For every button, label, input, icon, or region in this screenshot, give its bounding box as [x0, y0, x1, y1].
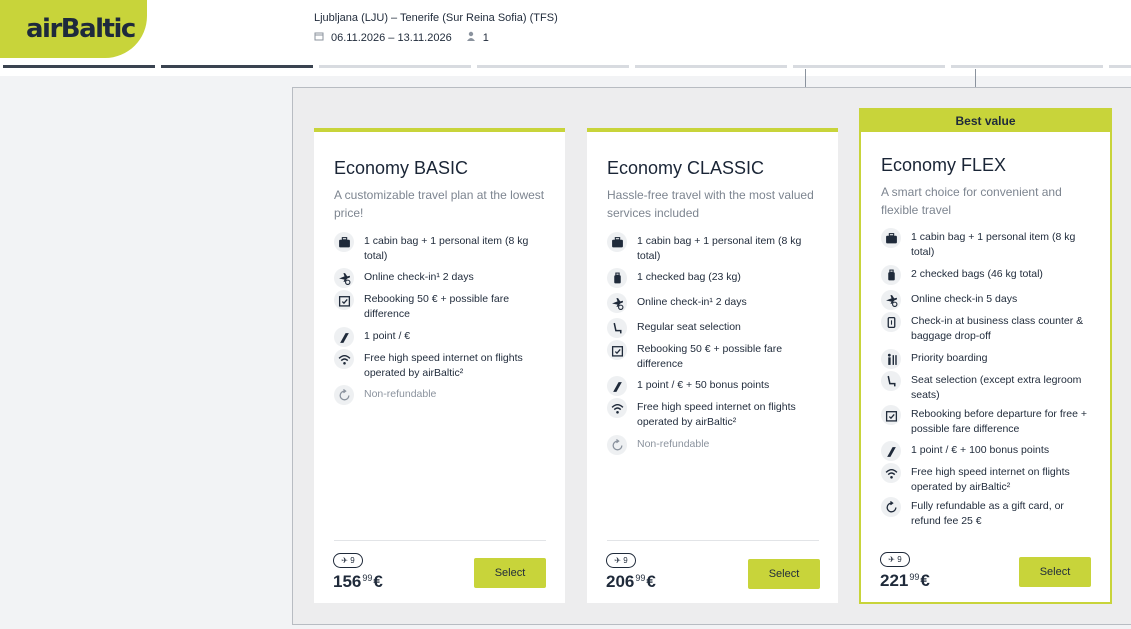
fare-feature: Non-refundable — [607, 435, 822, 455]
progress-step[interactable] — [3, 65, 155, 68]
select-classic-button[interactable]: Select — [748, 559, 820, 589]
points-icon — [334, 327, 354, 347]
checked-bag-icon — [881, 265, 901, 285]
progress-step — [793, 65, 945, 68]
progress-step[interactable] — [161, 65, 313, 68]
checked-bag-icon — [607, 268, 627, 288]
points-icon — [881, 441, 901, 461]
fare-card-basic: Economy BASIC A customizable travel plan… — [314, 128, 565, 603]
fare-title: Economy BASIC — [334, 158, 469, 178]
best-value-badge: Best value — [861, 110, 1110, 132]
fare-feature: Seat selection (except extra legroom sea… — [881, 371, 1096, 403]
select-basic-button[interactable]: Select — [474, 558, 546, 588]
points-badge: ✈ 9 — [606, 553, 636, 568]
fare-card-classic: Economy CLASSIC Hassle-free travel with … — [587, 128, 838, 603]
points-icon: ✈ — [341, 556, 351, 565]
airbaltic-logo[interactable]: airBaltic — [0, 0, 147, 58]
seat-icon — [881, 371, 901, 391]
points-badge: ✈ 9 — [880, 552, 910, 567]
fare-feature: 1 cabin bag + 1 personal item (8 kg tota… — [334, 232, 549, 264]
fare-description: A smart choice for convenient and flexib… — [881, 185, 1062, 217]
divider — [805, 69, 806, 88]
fare-description: Hassle-free travel with the most valued … — [607, 188, 814, 220]
divider — [975, 69, 976, 88]
progress-step — [951, 65, 1103, 68]
calendar-icon — [314, 31, 324, 44]
fare-feature: 1 cabin bag + 1 personal item (8 kg tota… — [881, 228, 1096, 260]
fare-feature: Online check-in 5 days — [881, 290, 1096, 310]
rebooking-calendar-icon — [334, 290, 354, 310]
fare-description: A customizable travel plan at the lowest… — [334, 188, 545, 220]
fare-title: Economy FLEX — [881, 155, 1007, 175]
fare-title: Economy CLASSIC — [607, 158, 765, 178]
progress-step — [635, 65, 787, 68]
points-icon — [607, 376, 627, 396]
progress-step — [1109, 65, 1131, 68]
divider — [334, 540, 546, 541]
fare-feature: Online check-in¹ 2 days — [334, 268, 549, 288]
fare-price: 22199€ — [880, 571, 930, 590]
fare-feature: Rebooking 50 € + possible fare differenc… — [334, 290, 549, 322]
fare-feature: Free high speed internet on flights oper… — [881, 463, 1096, 495]
online-checkin-icon — [881, 290, 901, 310]
top-bar: airBaltic Ljubljana (LJU) – Tenerife (Su… — [0, 0, 1131, 76]
fare-feature: Free high speed internet on flights oper… — [607, 398, 822, 430]
business-counter-icon — [881, 312, 901, 332]
cabin-bag-icon — [881, 228, 901, 248]
points-icon: ✈ — [888, 555, 898, 564]
refund-icon — [881, 497, 901, 517]
fare-feature: Free high speed internet on flights oper… — [334, 349, 549, 381]
person-icon — [466, 31, 476, 44]
wifi-icon — [334, 349, 354, 369]
seat-icon — [607, 318, 627, 338]
fare-feature: 1 point / € + 50 bonus points — [607, 376, 822, 396]
progress-step — [319, 65, 471, 68]
cabin-bag-icon — [607, 232, 627, 252]
fare-feature: 1 checked bag (23 kg) — [607, 268, 822, 288]
online-checkin-icon — [607, 293, 627, 313]
fare-feature: 1 cabin bag + 1 personal item (8 kg tota… — [607, 232, 822, 264]
rebooking-calendar-icon — [607, 340, 627, 360]
points-badge: ✈ 9 — [333, 553, 363, 568]
fare-feature: 1 point / € + 100 bonus points — [881, 441, 1096, 461]
cabin-bag-icon — [334, 232, 354, 252]
fare-feature: Fully refundable as a gift card, or refu… — [881, 497, 1096, 529]
fare-price: 15699€ — [333, 572, 383, 591]
fare-feature: Rebooking before departure for free + po… — [881, 405, 1096, 437]
fare-feature: Non-refundable — [334, 385, 549, 405]
fare-feature: Check-in at business class counter & bag… — [881, 312, 1096, 344]
rebooking-calendar-icon — [881, 405, 901, 425]
fare-feature: Online check-in¹ 2 days — [607, 293, 822, 313]
points-icon: ✈ — [614, 556, 624, 565]
trip-meta: 06.11.2026 – 13.11.2026 1 — [314, 31, 489, 44]
refund-icon — [607, 435, 627, 455]
trip-dates: 06.11.2026 – 13.11.2026 — [331, 31, 452, 44]
booking-progress — [0, 65, 1131, 69]
wifi-icon — [607, 398, 627, 418]
select-flex-button[interactable]: Select — [1019, 557, 1091, 587]
wifi-icon — [881, 463, 901, 483]
fare-feature: Priority boarding — [881, 349, 1096, 369]
progress-step — [477, 65, 629, 68]
trip-route: Ljubljana (LJU) – Tenerife (Sur Reina So… — [314, 12, 558, 24]
fare-feature: 2 checked bags (46 kg total) — [881, 265, 1096, 285]
fare-card-flex: Best value Economy FLEX A smart choice f… — [859, 108, 1112, 604]
fare-feature: Rebooking 50 € + possible fare differenc… — [607, 340, 822, 372]
online-checkin-icon — [334, 268, 354, 288]
fare-feature: 1 point / € — [334, 327, 549, 347]
priority-boarding-icon — [881, 349, 901, 369]
divider — [607, 540, 819, 541]
fare-feature: Regular seat selection — [607, 318, 822, 338]
fare-price: 20699€ — [606, 572, 656, 591]
refund-icon — [334, 385, 354, 405]
passenger-count: 1 — [482, 31, 489, 44]
